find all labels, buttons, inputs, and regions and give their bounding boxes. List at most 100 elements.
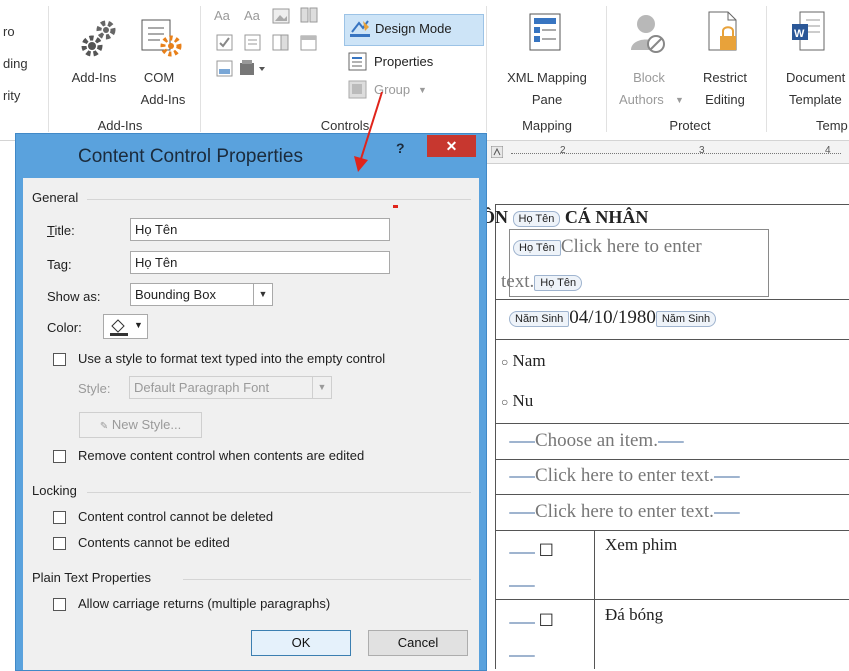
- use-style-label[interactable]: Use a style to format text typed into th…: [78, 351, 385, 366]
- combo-box-icon[interactable]: [244, 34, 262, 55]
- group-dropdown-icon[interactable]: ▼: [418, 82, 427, 98]
- xml-mapping-label-2[interactable]: Pane: [492, 92, 602, 108]
- lock-delete-label[interactable]: Content control cannot be deleted: [78, 509, 273, 524]
- content-control-start-tag[interactable]: Họ Tên: [513, 239, 561, 256]
- content-control-tag[interactable]: Họ Tên: [512, 210, 561, 227]
- text-content-control-2[interactable]: Click here to enter text.: [509, 501, 740, 523]
- allow-carriage-returns-label[interactable]: Allow carriage returns (multiple paragra…: [78, 596, 330, 611]
- close-button[interactable]: ✕: [427, 135, 476, 157]
- text-placeholder[interactable]: Click here to enter text.: [535, 465, 714, 486]
- checkbox-icon[interactable]: ☐: [539, 611, 554, 630]
- show-as-select[interactable]: Bounding Box ▼: [130, 283, 273, 306]
- mapping-group-label: Mapping: [522, 118, 572, 133]
- content-control-start-tag[interactable]: [509, 475, 535, 478]
- cancel-button[interactable]: Cancel: [368, 630, 468, 656]
- ribbon-partial-text-2: ding: [3, 56, 28, 71]
- content-control-end-tag[interactable]: [509, 647, 535, 662]
- xml-mapping-label-1[interactable]: XML Mapping: [492, 70, 602, 86]
- block-authors-label-1[interactable]: Block: [614, 70, 684, 86]
- templates-group-label: Temp: [816, 118, 848, 133]
- design-mode-button[interactable]: Design Mode: [344, 14, 484, 46]
- legacy-tools-icon[interactable]: [238, 58, 268, 81]
- text-placeholder[interactable]: Click here to enter text.: [535, 501, 714, 522]
- checkbox-content-control[interactable]: ☐: [509, 611, 554, 631]
- com-addin-icon[interactable]: [140, 16, 184, 63]
- lock-delete-checkbox[interactable]: [53, 511, 66, 524]
- content-control-start-tag[interactable]: [509, 621, 535, 624]
- allow-carriage-returns-checkbox[interactable]: [53, 598, 66, 611]
- content-control-start-tag[interactable]: [509, 440, 535, 443]
- checkbox-control-icon[interactable]: [216, 34, 234, 55]
- lock-edit-label[interactable]: Contents cannot be edited: [78, 535, 230, 550]
- content-control-end-tag[interactable]: [509, 577, 535, 592]
- building-block-icon[interactable]: [300, 6, 318, 27]
- rich-text-control-button[interactable]: Aa: [214, 8, 230, 24]
- content-control-end-tag[interactable]: Họ Tên: [534, 274, 583, 291]
- content-control-end-tag[interactable]: Năm Sinh: [655, 310, 717, 327]
- content-control-start-tag[interactable]: [509, 511, 535, 514]
- section-divider: [183, 579, 471, 580]
- group-separator: [486, 6, 487, 132]
- dialog-title-bar[interactable]: Content Control Properties ? ✕: [16, 134, 486, 178]
- dropdown-placeholder[interactable]: Choose an item.: [535, 430, 658, 451]
- tag-label: Tag:: [47, 257, 72, 272]
- plain-text-section-heading: Plain Text Properties: [32, 570, 151, 585]
- table-border: [495, 530, 849, 531]
- content-control-end-tag[interactable]: [713, 511, 740, 514]
- dropdown-content-control[interactable]: Choose an item.: [509, 430, 684, 452]
- com-add-ins-label-2[interactable]: Add-Ins: [128, 92, 198, 108]
- placeholder-text-end[interactable]: text.: [501, 271, 534, 292]
- gear-icon[interactable]: [78, 16, 122, 63]
- radio-label: Nu: [512, 391, 534, 410]
- annotation-arrow: [354, 91, 383, 172]
- add-ins-button[interactable]: Add-Ins: [64, 70, 124, 86]
- birth-date-value[interactable]: 04/10/1980: [569, 307, 656, 328]
- com-add-ins-label-1[interactable]: COM: [134, 70, 184, 86]
- radio-icon: ○: [501, 355, 509, 369]
- date-picker-icon[interactable]: [300, 34, 318, 55]
- placeholder-text[interactable]: Click here to enter: [561, 236, 702, 257]
- checkbox-content-control[interactable]: ☐: [509, 541, 554, 561]
- picture-control-icon[interactable]: [272, 8, 290, 27]
- ruler-mark-2: 2: [560, 145, 566, 156]
- radio-option-nu[interactable]: ○ Nu: [501, 391, 533, 411]
- text-content-control-1[interactable]: Click here to enter text.: [509, 465, 740, 487]
- use-style-checkbox[interactable]: [53, 353, 66, 366]
- document-template-icon[interactable]: W: [790, 10, 826, 57]
- table-border: [495, 204, 849, 205]
- new-style-button[interactable]: ✎ New Style...: [79, 412, 202, 438]
- block-authors-label-2[interactable]: Authors: [619, 92, 664, 108]
- tab-selector-icon[interactable]: [490, 145, 504, 159]
- content-control-end-tag[interactable]: [657, 440, 684, 443]
- remove-content-control-label[interactable]: Remove content control when contents are…: [78, 448, 364, 463]
- xml-mapping-icon[interactable]: [528, 12, 562, 55]
- repeating-section-icon[interactable]: [216, 60, 234, 81]
- remove-content-control-checkbox[interactable]: [53, 450, 66, 463]
- restrict-editing-label-2[interactable]: Editing: [690, 92, 760, 108]
- color-picker-button[interactable]: ▼: [103, 314, 148, 339]
- document-template-label-1[interactable]: Document: [786, 70, 845, 86]
- content-control-start-tag[interactable]: Năm Sinh: [509, 310, 570, 327]
- plain-text-control-button[interactable]: Aa: [244, 8, 260, 24]
- dropdown-arrow-icon: ▼: [134, 320, 143, 330]
- group-separator: [766, 6, 767, 132]
- dialog-title: Content Control Properties: [78, 146, 303, 167]
- block-authors-dropdown-icon[interactable]: ▼: [675, 92, 684, 108]
- restrict-editing-icon[interactable]: [706, 10, 742, 57]
- content-control-start-tag[interactable]: [509, 551, 535, 554]
- style-select[interactable]: Default Paragraph Font ▼: [129, 376, 332, 399]
- properties-button[interactable]: Properties: [374, 54, 433, 70]
- tag-input[interactable]: Họ Tên: [130, 251, 390, 274]
- lock-edit-checkbox[interactable]: [53, 537, 66, 550]
- dropdown-list-icon[interactable]: [272, 34, 290, 55]
- block-authors-icon[interactable]: [628, 12, 668, 59]
- ok-button[interactable]: OK: [251, 630, 351, 656]
- document-template-label-2[interactable]: Template: [789, 92, 842, 108]
- properties-icon[interactable]: [348, 52, 368, 75]
- checkbox-icon[interactable]: ☐: [539, 541, 554, 560]
- content-control-end-tag[interactable]: [713, 475, 740, 478]
- row1-line2: text. Họ Tên: [501, 271, 583, 293]
- title-input[interactable]: Họ Tên: [130, 218, 390, 241]
- restrict-editing-label-1[interactable]: Restrict: [690, 70, 760, 86]
- radio-option-nam[interactable]: ○ Nam: [501, 351, 546, 371]
